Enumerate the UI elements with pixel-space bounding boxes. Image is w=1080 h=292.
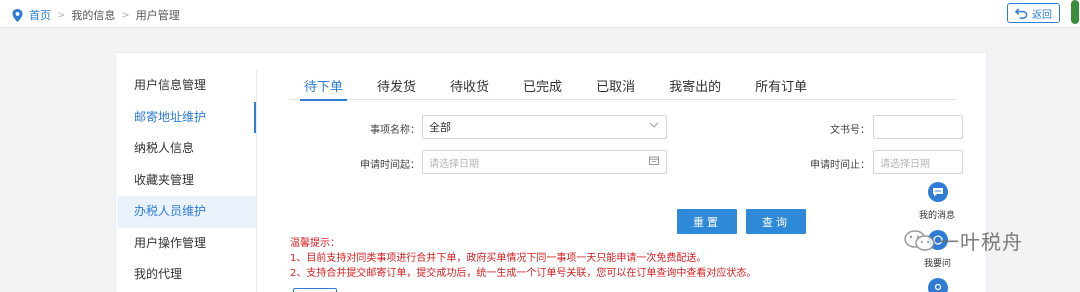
doc-no-label: 文书号：: [830, 125, 870, 136]
apply-end-date-input[interactable]: 请选择日期: [873, 150, 963, 174]
tab-completed[interactable]: 已完成: [509, 70, 576, 100]
ask-label[interactable]: 我要问: [924, 256, 951, 269]
sidebar-item-tax-staff[interactable]: 办税人员维护: [117, 196, 256, 228]
back-button[interactable]: 返回: [1007, 3, 1060, 23]
breadcrumb-separator: >: [121, 9, 130, 21]
watermark: 一叶税舟: [903, 226, 1023, 255]
order-tabs: 待下单 待发货 待收货 已完成 已取消 我寄出的 所有订单: [290, 70, 957, 101]
back-button-label: 返回: [1032, 9, 1052, 21]
doc-no-input[interactable]: [873, 115, 963, 139]
query-button[interactable]: 查询: [746, 209, 806, 234]
tips-block: 温馨提示： 1、目前支持对同类事项进行合并下单，政府买单情况下同一事项一天只能申…: [290, 236, 756, 281]
breadcrumb-separator: >: [57, 9, 66, 21]
apply-start-placeholder: 请选择日期: [429, 158, 479, 170]
tab-pending-ship[interactable]: 待发货: [363, 70, 430, 100]
tab-cancelled[interactable]: 已取消: [582, 70, 649, 100]
apply-start-label: 申请时间起：: [360, 160, 420, 171]
scrollbar-thumb[interactable]: [1071, 0, 1079, 24]
tips-line-1: 1、目前支持对同类事项进行合并下单，政府买单情况下同一事项一天只能申请一次免费配…: [290, 253, 707, 264]
tips-line-2: 2、支持合并提交邮寄订单，提交成功后，统一生成一个订单号关联，您可以在订单查询中…: [290, 268, 757, 279]
return-arrow-icon: [1015, 7, 1028, 19]
sidebar-item-favorites[interactable]: 收藏夹管理: [117, 165, 256, 197]
tab-pending-order[interactable]: 待下单: [290, 70, 357, 101]
apply-end-placeholder: 请选择日期: [880, 158, 930, 170]
breadcrumb-item-user-management: 用户管理: [135, 9, 180, 22]
tab-sent-by-me[interactable]: 我寄出的: [655, 70, 735, 100]
sidebar-item-mailing-address[interactable]: 邮寄地址维护: [117, 101, 256, 134]
sidebar: 用户信息管理 邮寄地址维护 纳税人信息 收藏夹管理 办税人员维护 用户操作管理 …: [117, 70, 256, 291]
tab-pending-receive[interactable]: 待收货: [436, 70, 503, 100]
chevron-down-icon: [649, 121, 659, 132]
sidebar-divider: [256, 70, 257, 292]
my-messages-label[interactable]: 我的消息: [919, 208, 955, 221]
calendar-icon: [649, 156, 659, 168]
chat-bubble-icon[interactable]: [928, 182, 948, 202]
tips-title: 温馨提示：: [290, 238, 340, 249]
item-name-select[interactable]: 全部: [422, 115, 667, 139]
partial-button[interactable]: [293, 288, 337, 292]
sidebar-item-taxpayer-info[interactable]: 纳税人信息: [117, 133, 256, 165]
item-name-value: 全部: [429, 121, 451, 134]
sidebar-item-my-agent[interactable]: 我的代理: [117, 259, 256, 291]
apply-start-date-input[interactable]: 请选择日期: [422, 150, 667, 174]
location-pin-icon: [12, 8, 23, 22]
sidebar-item-operations[interactable]: 用户操作管理: [117, 228, 256, 260]
sidebar-item-user-info[interactable]: 用户信息管理: [117, 70, 256, 102]
watermark-text: 一叶税舟: [939, 230, 1023, 254]
tab-all-orders[interactable]: 所有订单: [741, 70, 821, 100]
top-bar: 首页 > 我的信息 > 用户管理 返回: [0, 0, 1080, 28]
location-icon[interactable]: [928, 278, 948, 292]
breadcrumb-home[interactable]: 首页: [29, 7, 51, 23]
reset-button[interactable]: 重置: [677, 209, 737, 234]
breadcrumb: 首页 > 我的信息 > 用户管理: [11, 7, 180, 23]
apply-end-label: 申请时间止：: [810, 160, 870, 171]
wechat-logo-icon: [904, 229, 935, 251]
breadcrumb-item-my-info[interactable]: 我的信息: [71, 7, 115, 23]
item-name-label: 事项名称：: [370, 125, 420, 136]
